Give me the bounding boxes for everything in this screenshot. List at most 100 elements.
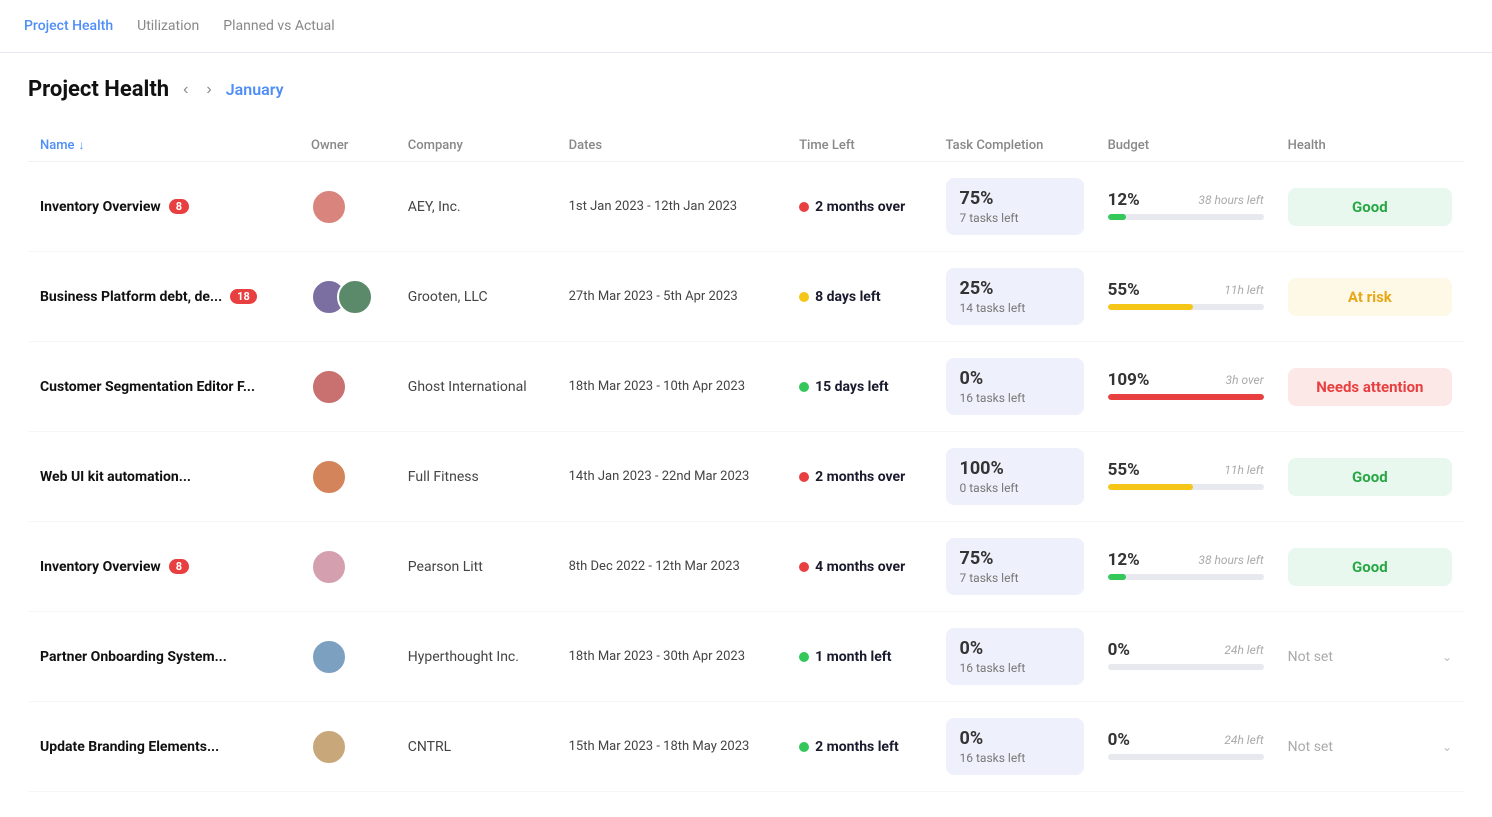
health-cell: Good [1276,162,1464,252]
budget-bar-fill [1108,574,1127,580]
time-dot-yellow [799,292,809,302]
time-left-cell: 4 months over [787,522,933,612]
project-badge: 8 [169,559,189,574]
col-header-name[interactable]: Name↓ [28,130,299,162]
time-left-text: 4 months over [815,559,905,575]
time-left-text: 2 months left [815,739,899,755]
company-cell: CNTRL [396,702,557,792]
table-row: Inventory Overview8 AEY, Inc.1st Jan 2023… [28,162,1464,252]
task-completion-cell: 100%0 tasks left [934,432,1096,522]
task-completion-cell: 0%16 tasks left [934,612,1096,702]
project-name-cell[interactable]: Inventory Overview8 [28,162,299,252]
chevron-down-icon[interactable]: ⌄ [1442,740,1452,754]
health-cell: Not set⌄ [1276,702,1464,792]
health-badge: Needs attention [1288,368,1452,406]
col-header-dates: Dates [557,130,788,162]
nav-tab-project-health[interactable]: Project Health [24,18,113,34]
dates-cell: 1st Jan 2023 - 12th Jan 2023 [557,162,788,252]
avatar [311,639,347,675]
time-dot-green [799,652,809,662]
table-row: Web UI kit automation...Full Fitness14th… [28,432,1464,522]
budget-hours: 11h left [1224,463,1263,477]
owner-cell [299,522,396,612]
time-dot-green [799,382,809,392]
nav-tab-planned-vs-actual[interactable]: Planned vs Actual [223,18,334,34]
budget-cell: 55%11h left [1096,432,1276,522]
project-name-cell[interactable]: Customer Segmentation Editor F... [28,342,299,432]
table-row: Inventory Overview8Pearson Litt8th Dec 2… [28,522,1464,612]
health-badge: Good [1288,188,1452,226]
task-pct: 0% [960,368,1070,389]
time-left-cell: 15 days left [787,342,933,432]
task-completion-cell: 75%7 tasks left [934,162,1096,252]
time-left-text: 15 days left [815,379,889,395]
time-left-cell: 1 month left [787,612,933,702]
owner-cell [299,252,396,342]
task-sub: 16 tasks left [960,661,1070,675]
col-header-time-left: Time Left [787,130,933,162]
project-name-cell[interactable]: Update Branding Elements... [28,702,299,792]
page-title: Project Health [28,77,169,102]
budget-hours: 24h left [1224,643,1263,657]
avatar [311,369,347,405]
health-cell: Needs attention [1276,342,1464,432]
task-pct: 75% [960,188,1070,209]
task-pct: 75% [960,548,1070,569]
owner-cell [299,432,396,522]
project-name-cell[interactable]: Web UI kit automation... [28,432,299,522]
budget-bar-fill [1108,214,1127,220]
task-sub: 0 tasks left [960,481,1070,495]
task-sub: 14 tasks left [960,301,1070,315]
time-left-cell: 2 months over [787,432,933,522]
table-row: Update Branding Elements...CNTRL15th Mar… [28,702,1464,792]
nav-tab-utilization[interactable]: Utilization [137,18,199,34]
company-cell: AEY, Inc. [396,162,557,252]
project-name-cell[interactable]: Business Platform debt, de...18 [28,252,299,342]
col-header-owner: Owner [299,130,396,162]
project-name: Update Branding Elements... [40,739,219,755]
next-month-button[interactable]: › [202,79,215,101]
company-cell: Hyperthought Inc. [396,612,557,702]
budget-cell: 0%24h left [1096,612,1276,702]
project-name: Business Platform debt, de... [40,289,222,305]
project-name: Inventory Overview [40,199,161,215]
company-cell: Ghost International [396,342,557,432]
project-name-cell[interactable]: Partner Onboarding System... [28,612,299,702]
owner-cell [299,342,396,432]
avatar [311,459,347,495]
dates-cell: 18th Mar 2023 - 30th Apr 2023 [557,612,788,702]
task-completion-cell: 0% 16 tasks left [934,702,1096,792]
avatar [337,279,373,315]
table-row: Customer Segmentation Editor F... Ghost I… [28,342,1464,432]
budget-pct: 109% [1108,370,1150,390]
budget-hours: 11h left [1224,283,1263,297]
prev-month-button[interactable]: ‹ [179,79,192,101]
time-left-text: 2 months over [815,469,905,485]
budget-cell: 109%3h over [1096,342,1276,432]
health-badge: Good [1288,548,1452,586]
health-badge: Good [1288,458,1452,496]
budget-cell: 12%38 hours left [1096,522,1276,612]
dates-cell: 8th Dec 2022 - 12th Mar 2023 [557,522,788,612]
top-nav: Project Health Utilization Planned vs Actu… [0,0,1492,53]
task-pct: 25% [960,278,1070,299]
sort-arrow-icon: ↓ [79,138,85,152]
budget-bar-fill [1108,484,1194,490]
budget-pct: 12% [1108,190,1140,210]
project-name-cell[interactable]: Inventory Overview8 [28,522,299,612]
time-left-text: 1 month left [815,649,891,665]
project-name: Partner Onboarding System... [40,649,227,665]
budget-pct: 12% [1108,550,1140,570]
page-wrapper: Project Health‹›JanuaryName↓OwnerCompany… [0,53,1492,816]
budget-pct: 0% [1108,730,1130,750]
chevron-down-icon[interactable]: ⌄ [1442,650,1452,664]
task-sub: 16 tasks left [960,391,1070,405]
task-pct: 0% [960,728,1070,749]
time-dot-red [799,472,809,482]
task-completion-cell: 75%7 tasks left [934,522,1096,612]
task-sub: 16 tasks left [960,751,1070,765]
time-left-cell: 2 months left [787,702,933,792]
task-completion-cell: 0% 16 tasks left [934,342,1096,432]
col-header-health: Health [1276,130,1464,162]
projects-table: Name↓OwnerCompanyDatesTime LeftTask Comp… [28,130,1464,792]
